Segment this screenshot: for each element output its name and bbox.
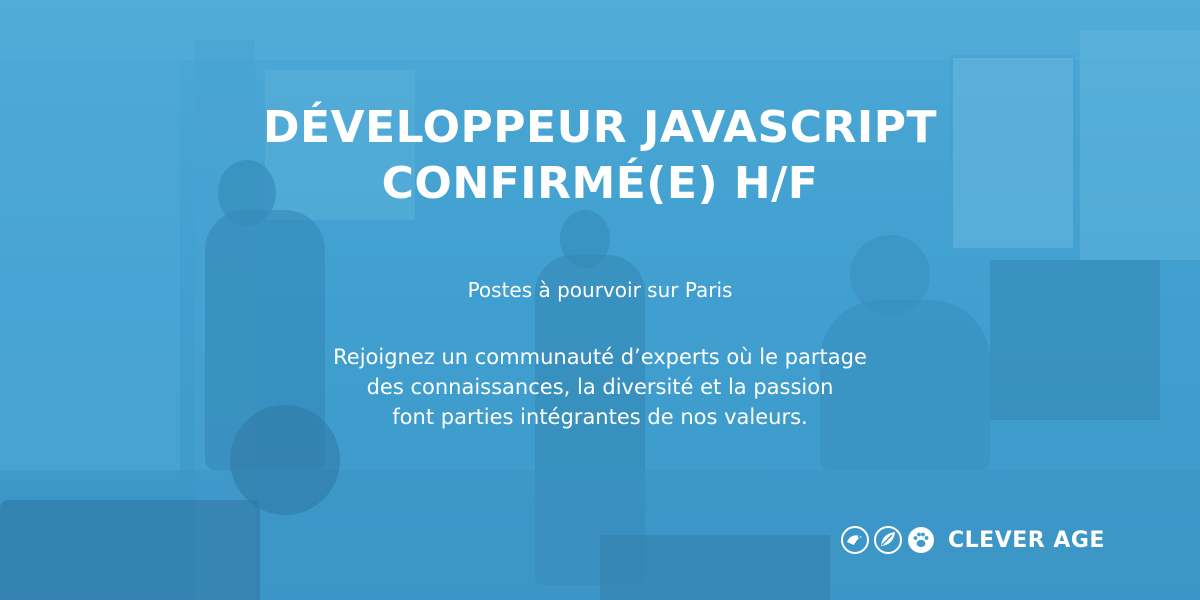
- clever-age-logo: CLEVER AGE: [840, 520, 1105, 560]
- job-title: DÉVELOPPEUR JAVASCRIPT CONFIRMÉ(E) H/F: [0, 100, 1200, 212]
- job-title-line-2: CONFIRMÉ(E) H/F: [381, 158, 819, 209]
- description-line-1: Rejoignez un communauté d’experts où le …: [333, 345, 867, 369]
- logo-text: CLEVER AGE: [948, 527, 1105, 553]
- job-banner: DÉVELOPPEUR JAVASCRIPT CONFIRMÉ(E) H/F P…: [0, 0, 1200, 600]
- description-line-2: des connaissances, la diversité et la pa…: [366, 375, 834, 399]
- paw-icon: [908, 527, 934, 553]
- description-line-3: font parties intégrantes de nos valeurs.: [392, 405, 808, 429]
- job-title-line-1: DÉVELOPPEUR JAVASCRIPT: [262, 102, 938, 153]
- location-subtitle: Postes à pourvoir sur Paris: [467, 278, 733, 302]
- bird-icon: [841, 526, 869, 554]
- description: Rejoignez un communauté d’experts où le …: [0, 342, 1200, 432]
- logo-icons: [840, 525, 936, 555]
- leaf-icon: [874, 526, 902, 554]
